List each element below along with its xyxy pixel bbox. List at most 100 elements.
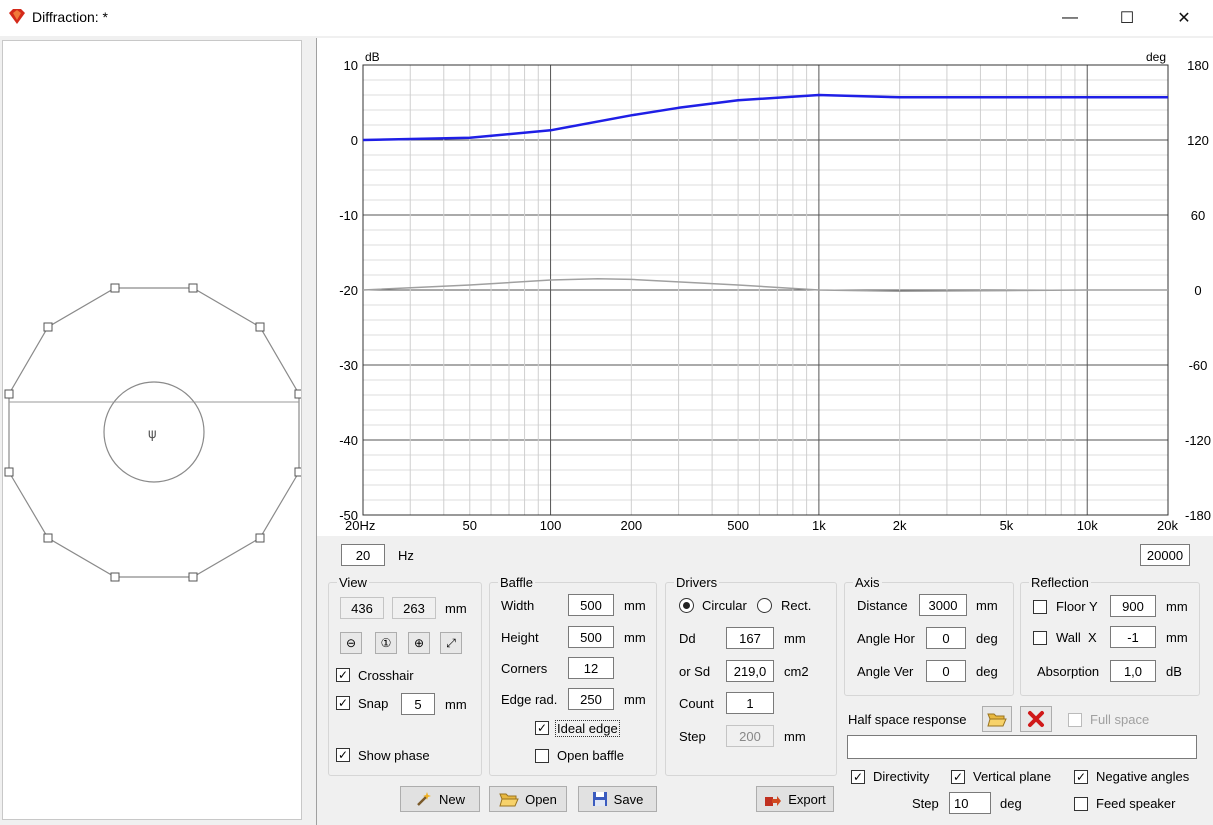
- x-tick-label: 5k: [1000, 518, 1014, 533]
- minimize-button[interactable]: —: [1041, 0, 1099, 36]
- open-label: Open: [525, 791, 557, 807]
- rect-radio[interactable]: [757, 598, 772, 613]
- absorption-input[interactable]: 1,0: [1110, 660, 1156, 682]
- wall-checkbox[interactable]: [1033, 631, 1047, 645]
- save-label: Save: [613, 791, 644, 807]
- wall-unit: mm: [1166, 630, 1188, 645]
- negative-angles-label: Negative angles: [1096, 769, 1190, 784]
- y-right-tick-label: 180: [1187, 58, 1209, 73]
- response-graph[interactable]: 20Hz 50 100 200 500 1k 2k 5k 10k 20k 10 0 -10 -20 -30-…: [317, 38, 1213, 536]
- new-label: New: [438, 791, 465, 807]
- zoom-in-button[interactable]: ⊕: [408, 632, 430, 654]
- save-button[interactable]: Save: [578, 786, 657, 812]
- circular-radio[interactable]: [679, 598, 694, 613]
- x-tick-label: 100: [540, 518, 562, 533]
- angle-ver-input[interactable]: 0: [926, 660, 966, 682]
- open-baffle-label: Open baffle: [557, 748, 624, 763]
- directivity-checkbox[interactable]: ✓: [851, 770, 865, 784]
- export-icon: [765, 796, 782, 806]
- half-space-path-input[interactable]: [847, 735, 1197, 759]
- dd-unit: mm: [784, 631, 806, 646]
- close-button[interactable]: ✕: [1155, 0, 1213, 36]
- floor-checkbox[interactable]: [1033, 600, 1047, 614]
- baffle-edge-unit: mm: [624, 692, 646, 707]
- open-button[interactable]: Open: [489, 786, 567, 812]
- show-phase-label: Show phase: [358, 748, 430, 763]
- y-right-tick-label: 120: [1187, 133, 1209, 148]
- floor-input[interactable]: 900: [1110, 595, 1156, 617]
- snap-checkbox[interactable]: ✓: [336, 696, 350, 710]
- drivers-group-title: Drivers: [674, 575, 720, 590]
- full-space-label: Full space: [1090, 712, 1150, 727]
- zoom-in-icon: ⊕: [413, 636, 425, 650]
- show-phase-checkbox[interactable]: ✓: [336, 748, 350, 762]
- ideal-edge-label: Ideal edge: [555, 720, 620, 737]
- sd-input[interactable]: 219,0: [726, 660, 774, 682]
- zoom-fit-button[interactable]: ⤢: [440, 632, 462, 654]
- zoom-actual-button[interactable]: ①: [375, 632, 397, 654]
- y-left-tick-label: -40: [339, 433, 358, 448]
- close-icon: ✕: [1177, 10, 1191, 27]
- full-space-checkbox: [1068, 713, 1082, 727]
- red-x-icon: [1028, 711, 1044, 727]
- angle-hor-input[interactable]: 0: [926, 627, 966, 649]
- ideal-edge-checkbox[interactable]: ✓: [535, 721, 549, 735]
- count-label: Count: [679, 696, 714, 711]
- half-space-label: Half space response: [848, 712, 967, 727]
- floppy-disk-icon: [592, 792, 607, 806]
- sd-label: or Sd: [679, 664, 711, 679]
- dir-step-unit: deg: [1000, 796, 1022, 811]
- directivity-label: Directivity: [873, 769, 930, 784]
- absorption-label: Absorption: [1037, 664, 1100, 679]
- sd-unit: cm2: [784, 664, 809, 679]
- zoom-out-button[interactable]: ⊖: [340, 632, 362, 654]
- dir-step-label: Step: [912, 796, 939, 811]
- zoom-out-icon: ⊖: [345, 636, 357, 650]
- driver-step-label: Step: [679, 729, 706, 744]
- half-space-open-button[interactable]: [982, 706, 1012, 732]
- freq-max-input[interactable]: 20000: [1140, 544, 1190, 566]
- distance-label: Distance: [857, 598, 908, 613]
- y-left-tick-label: -50: [339, 508, 358, 523]
- zoom-actual-icon: ①: [380, 636, 392, 650]
- snap-input[interactable]: 5: [401, 693, 435, 715]
- crosshair-checkbox[interactable]: ✓: [336, 668, 350, 682]
- view-height-field: 263: [392, 597, 436, 619]
- baffle-edge-input[interactable]: 250: [568, 688, 614, 710]
- open-baffle-checkbox[interactable]: [535, 749, 549, 763]
- freq-min-input[interactable]: 20: [341, 544, 385, 566]
- angle-hor-unit: deg: [976, 631, 998, 646]
- crosshair-label: Crosshair: [358, 668, 414, 683]
- splitter[interactable]: [302, 38, 316, 820]
- baffle-corners-input[interactable]: 12: [568, 657, 614, 679]
- distance-input[interactable]: 3000: [919, 594, 967, 616]
- baffle-corners-label: Corners: [501, 661, 548, 676]
- baffle-width-input[interactable]: 500: [568, 594, 614, 616]
- x-tick-label: 10k: [1077, 518, 1098, 533]
- reflection-group-title: Reflection: [1029, 575, 1091, 590]
- dd-input[interactable]: 167: [726, 627, 774, 649]
- zoom-fit-icon: ⤢: [446, 635, 456, 650]
- vertical-plane-checkbox[interactable]: ✓: [951, 770, 965, 784]
- app-logo-icon: [9, 9, 25, 24]
- maximize-button[interactable]: ☐: [1098, 0, 1156, 36]
- y-left-tick-label: -20: [339, 283, 358, 298]
- baffle-height-input[interactable]: 500: [568, 626, 614, 648]
- wall-input[interactable]: -1: [1110, 626, 1156, 648]
- folder-open-icon: [987, 713, 1007, 727]
- half-space-clear-button[interactable]: [1020, 706, 1052, 732]
- baffle-height-unit: mm: [624, 630, 646, 645]
- baffle-canvas[interactable]: ψ: [2, 40, 304, 820]
- negative-angles-checkbox[interactable]: ✓: [1074, 770, 1088, 784]
- y-right-tick-label: -180: [1185, 508, 1211, 523]
- feed-speaker-checkbox[interactable]: [1074, 797, 1088, 811]
- y-right-unit-label: deg: [1146, 50, 1166, 64]
- export-button[interactable]: Export: [756, 786, 834, 812]
- view-unit-label: mm: [445, 601, 467, 616]
- distance-unit: mm: [976, 598, 998, 613]
- x-tick-label: 50: [463, 518, 477, 533]
- new-button[interactable]: New: [400, 786, 480, 812]
- dir-step-input[interactable]: 10: [949, 792, 991, 814]
- axis-group-title: Axis: [853, 575, 882, 590]
- count-input[interactable]: 1: [726, 692, 774, 714]
